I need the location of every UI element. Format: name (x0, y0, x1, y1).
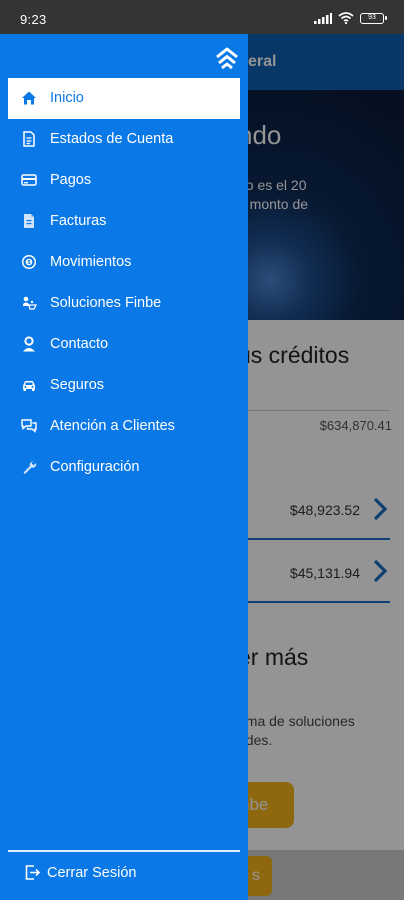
menu-item-soluciones-finbe[interactable]: Soluciones Finbe (8, 283, 240, 324)
car-icon (23, 381, 35, 391)
status-icons: 93 (314, 12, 387, 24)
menu-item-facturas[interactable]: Facturas (8, 201, 240, 242)
chat-icon (21, 419, 37, 433)
menu-item-seguros[interactable]: Seguros (8, 365, 240, 406)
menu-item-movimientos[interactable]: $ Movimientos (8, 242, 240, 283)
menu-item-label: Movimientos (50, 254, 132, 270)
menu-item-label: Soluciones Finbe (50, 295, 162, 311)
menu-item-label: Configuración (50, 459, 140, 475)
menu-item-label: Estados de Cuenta (50, 131, 174, 147)
document-icon (23, 131, 35, 147)
logout-button[interactable]: Cerrar Sesión (8, 854, 240, 890)
finbe-logo-icon (216, 47, 238, 70)
menu-item-inicio[interactable]: Inicio (8, 78, 240, 119)
wifi-icon (338, 12, 354, 24)
wrench-icon (23, 461, 37, 474)
drawer-menu: Inicio Estados de Cuenta Pagos Facturas … (0, 78, 248, 488)
menu-item-label: Facturas (50, 213, 107, 229)
svg-text:$: $ (27, 260, 30, 266)
menu-item-atencion-a-clientes[interactable]: Atención a Clientes (8, 406, 240, 447)
navigation-drawer: Inicio Estados de Cuenta Pagos Facturas … (0, 34, 248, 900)
menu-item-label: Seguros (50, 377, 105, 393)
person-icon (23, 336, 35, 352)
status-bar: 9:23 93 (0, 0, 404, 34)
movements-icon: $ (21, 254, 37, 270)
credit-card-icon (21, 174, 37, 186)
menu-item-label: Inicio (50, 90, 84, 106)
menu-item-pagos[interactable]: Pagos (8, 160, 240, 201)
menu-item-label: Atención a Clientes (50, 418, 175, 434)
menu-item-label: Contacto (50, 336, 109, 352)
battery-icon: 93 (360, 12, 387, 24)
drawer-divider (8, 850, 240, 852)
logout-label: Cerrar Sesión (47, 865, 137, 881)
menu-item-label: Pagos (50, 172, 92, 188)
solutions-icon (23, 296, 37, 310)
home-icon (22, 91, 36, 105)
invoice-icon (24, 214, 34, 228)
status-time: 9:23 (20, 12, 47, 27)
menu-item-estados-de-cuenta[interactable]: Estados de Cuenta (8, 119, 240, 160)
menu-item-configuracion[interactable]: Configuración (8, 447, 240, 488)
signal-icon (314, 12, 332, 24)
menu-item-contacto[interactable]: Contacto (8, 324, 240, 365)
logout-icon (25, 865, 40, 880)
